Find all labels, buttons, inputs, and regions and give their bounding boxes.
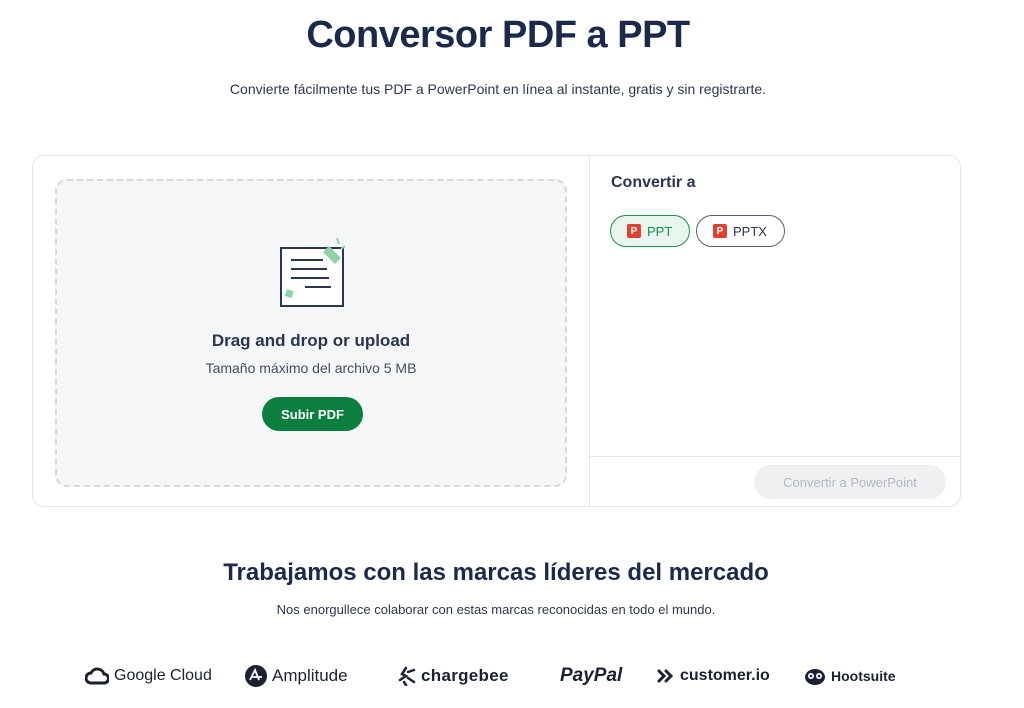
format-label: PPTX xyxy=(733,223,767,239)
chargebee-icon xyxy=(398,666,416,686)
document-upload-icon xyxy=(280,237,346,307)
brands-subtitle: Nos enorgullece colaborar con estas marc… xyxy=(276,602,716,617)
panel-divider xyxy=(589,156,590,506)
owl-icon xyxy=(805,669,825,685)
amplitude-logo: Amplitude xyxy=(245,664,348,688)
paypal-logo: PayPal xyxy=(560,665,623,686)
convert-to-powerpoint-button[interactable]: Convertir a PowerPoint xyxy=(754,465,946,499)
dropzone-max-size: Tamaño máximo del archivo 5 MB xyxy=(205,360,417,376)
dropzone-title: Drag and drop or upload xyxy=(211,331,411,350)
brands-title: Trabajamos con las marcas líderes del me… xyxy=(223,559,769,586)
converter-card: Drag and drop or upload Tamaño máximo de… xyxy=(32,155,961,507)
amplitude-icon xyxy=(245,665,267,687)
powerpoint-icon: P xyxy=(713,224,727,238)
customer-io-logo: customer.io xyxy=(657,664,770,688)
format-label: PPT xyxy=(647,223,673,239)
hootsuite-logo: Hootsuite xyxy=(804,664,896,688)
powerpoint-icon: P xyxy=(627,224,641,238)
action-divider xyxy=(590,456,961,457)
format-option-ppt[interactable]: P PPT xyxy=(610,215,690,247)
convert-to-label: Convertir a xyxy=(611,174,696,191)
cloud-icon xyxy=(85,667,109,685)
page-title: Conversor PDF a PPT xyxy=(306,14,690,56)
page-subtitle: Convierte fácilmente tus PDF a PowerPoin… xyxy=(229,81,767,97)
upload-pdf-button[interactable]: Subir PDF xyxy=(262,397,363,431)
file-dropzone[interactable]: Drag and drop or upload Tamaño máximo de… xyxy=(55,179,567,487)
chargebee-logo: chargebee xyxy=(396,664,509,688)
format-option-pptx[interactable]: P PPTX xyxy=(696,215,785,247)
customer-io-icon xyxy=(657,669,674,683)
google-cloud-logo: Google Cloud xyxy=(85,664,212,688)
